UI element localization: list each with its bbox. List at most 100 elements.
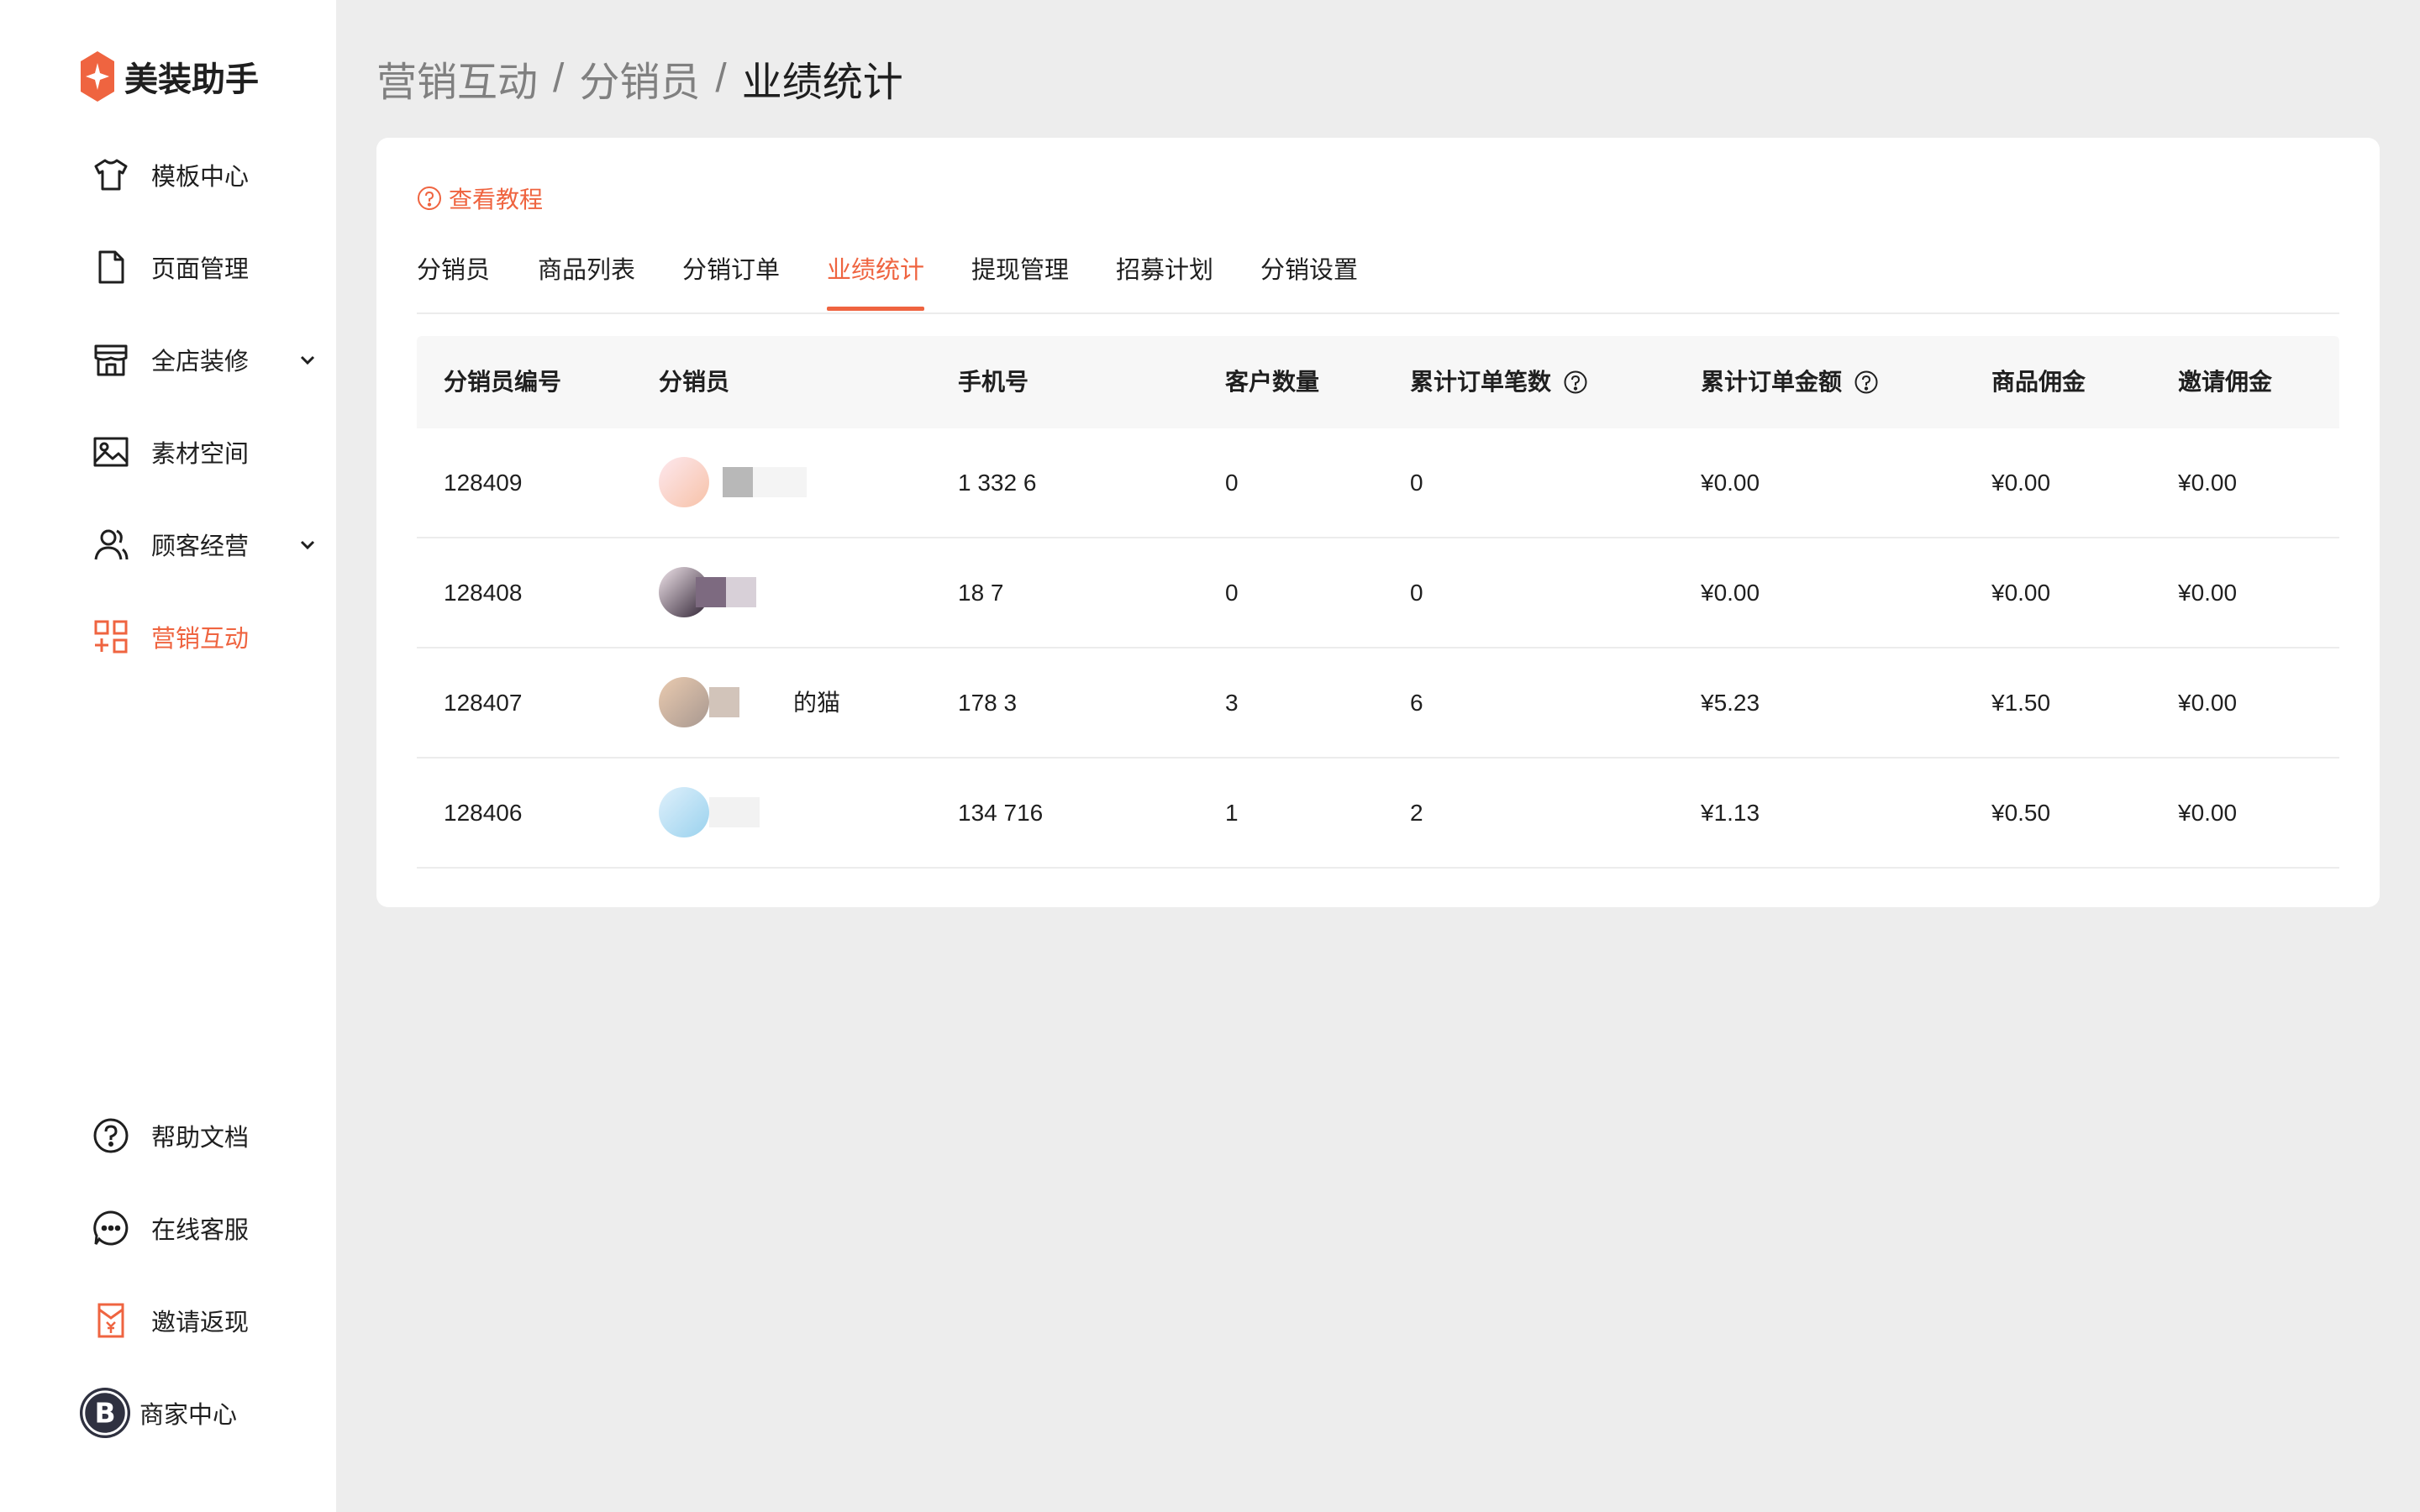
breadcrumb-item-marketing[interactable]: 营销互动 <box>376 49 538 108</box>
breadcrumb: 营销互动 / 分销员 / 业绩统计 <box>376 49 903 108</box>
total-orders: 6 <box>1410 690 1423 716</box>
tab-recruitment-plan[interactable]: 招募计划 <box>1116 250 1213 311</box>
invite-commission: ¥0.00 <box>2178 580 2238 606</box>
sidebar-item-label: 邀请返现 <box>151 1310 250 1336</box>
tab-product-list[interactable]: 商品列表 <box>538 250 635 311</box>
distributor-id: 128406 <box>444 800 523 826</box>
product-commission: ¥1.50 <box>1991 690 2051 716</box>
avatar[interactable] <box>659 787 709 837</box>
sidebar-item-customer-management[interactable]: 顾客经营 <box>91 519 318 570</box>
breadcrumb-separator: / <box>553 55 565 101</box>
help-tooltip-icon[interactable] <box>1563 370 1588 395</box>
distributor-cell <box>659 759 827 867</box>
sidebar-item-label: 商家中心 <box>139 1402 238 1429</box>
customer-count: 1 <box>1225 800 1239 826</box>
invite-commission: ¥0.00 <box>2178 800 2238 826</box>
distributor-id: 128408 <box>444 580 523 606</box>
help-tooltip-icon[interactable] <box>1854 370 1879 395</box>
view-tutorial-label: 查看教程 <box>449 186 544 213</box>
column-header-phone: 手机号 <box>958 369 1029 395</box>
sidebar-item-label: 素材空间 <box>151 441 250 468</box>
sidebar-item-template-center[interactable]: 模板中心 <box>91 150 318 200</box>
table-row[interactable]: 128407 的猫 178 3 3 6 ¥5.23 ¥1.50 ¥0.00 <box>417 648 2339 759</box>
invite-commission: ¥0.00 <box>2178 690 2238 716</box>
column-header-total-orders: 累计订单笔数 <box>1410 336 1588 428</box>
column-header-total-amount: 累计订单金额 <box>1701 336 1879 428</box>
tab-distribution-settings[interactable]: 分销设置 <box>1260 250 1358 311</box>
chevron-down-icon[interactable] <box>297 349 318 370</box>
total-amount: ¥5.23 <box>1701 690 1760 716</box>
product-commission: ¥0.50 <box>1991 800 2051 826</box>
sidebar-item-store-decoration[interactable]: 全店装修 <box>91 334 318 385</box>
tshirt-icon <box>91 155 131 195</box>
distributor-name: 的猫 <box>793 690 841 716</box>
tab-distribution-orders[interactable]: 分销订单 <box>682 250 780 311</box>
brand-logo-icon <box>81 51 114 102</box>
distributor-cell <box>659 538 827 647</box>
column-header-product-commission: 商品佣金 <box>1991 369 2086 395</box>
phone-number: 178 3 <box>958 690 1018 716</box>
content-card: 查看教程 分销员 商品列表 分销订单 业绩统计 提现管理 招募计划 分销设置 分… <box>376 138 2380 907</box>
merchant-avatar-icon: B <box>79 1387 131 1439</box>
phone-number: 18 7 <box>958 580 1004 606</box>
column-header-distributor: 分销员 <box>659 369 730 395</box>
table-row[interactable]: 128409 1 332 6 0 0 ¥0.00 ¥0.00 ¥0.00 <box>417 428 2339 538</box>
total-orders: 0 <box>1410 580 1423 606</box>
breadcrumb-separator: / <box>715 55 727 101</box>
app-name: 美装助手 <box>124 61 259 98</box>
sidebar-item-marketing[interactable]: 营销互动 <box>91 612 318 662</box>
image-icon <box>91 432 131 472</box>
column-header-distributor-id: 分销员编号 <box>444 369 562 395</box>
total-orders: 0 <box>1410 470 1423 496</box>
sidebar-item-label: 模板中心 <box>151 164 250 191</box>
app-logo[interactable]: 美装助手 <box>77 47 259 106</box>
sidebar-item-help-docs[interactable]: 帮助文档 <box>91 1110 318 1161</box>
avatar[interactable] <box>659 677 709 727</box>
breadcrumb-item-distributor[interactable]: 分销员 <box>579 49 700 108</box>
red-envelope-icon <box>91 1300 131 1341</box>
column-header-invite-commission: 邀请佣金 <box>2178 369 2273 395</box>
customer-count: 3 <box>1225 690 1239 716</box>
phone-number: 1 332 6 <box>958 470 1037 496</box>
sidebar-item-invite-cashback[interactable]: 邀请返现 <box>91 1295 318 1346</box>
page-title: 业绩统计 <box>741 60 903 105</box>
chevron-down-icon[interactable] <box>297 534 318 554</box>
sidebar-item-asset-space[interactable]: 素材空间 <box>91 427 318 477</box>
question-circle-icon <box>418 186 441 210</box>
svg-text:B: B <box>94 1397 115 1430</box>
tab-withdrawal-management[interactable]: 提现管理 <box>971 250 1069 311</box>
sidebar-item-merchant-center[interactable]: B 商家中心 <box>79 1387 318 1439</box>
total-amount: ¥1.13 <box>1701 800 1760 826</box>
column-header-customer-count: 客户数量 <box>1225 369 1320 395</box>
sidebar-item-label: 全店装修 <box>151 349 250 375</box>
distributor-cell: 的猫 <box>659 648 860 757</box>
total-amount: ¥0.00 <box>1701 470 1760 496</box>
tab-bar: 分销员 商品列表 分销订单 业绩统计 提现管理 招募计划 分销设置 <box>417 240 2339 314</box>
sidebar-item-label: 在线客服 <box>151 1217 250 1244</box>
total-orders: 2 <box>1410 800 1423 826</box>
sidebar-item-label: 顾客经营 <box>151 533 250 560</box>
sidebar-item-page-management[interactable]: 页面管理 <box>91 242 318 292</box>
store-icon <box>91 339 131 380</box>
distributor-cell <box>659 428 827 537</box>
sidebar: 美装助手 模板中心 页面管理 全店装修 素材空间 顾客经营 营销互动 帮助文档 … <box>0 0 336 1512</box>
sidebar-item-label: 营销互动 <box>151 626 250 653</box>
main-content: 营销互动 / 分销员 / 业绩统计 查看教程 分销员 商品列表 分销订单 业绩统… <box>336 0 2420 1512</box>
sidebar-item-online-support[interactable]: 在线客服 <box>91 1203 318 1253</box>
chat-bubble-icon <box>91 1208 131 1248</box>
avatar[interactable] <box>659 457 709 507</box>
performance-table: 分销员编号 分销员 手机号 客户数量 累计订单笔数 累计订单金额 商品佣金 邀请… <box>417 336 2339 869</box>
question-circle-icon <box>91 1116 131 1156</box>
table-header: 分销员编号 分销员 手机号 客户数量 累计订单笔数 累计订单金额 商品佣金 邀请… <box>417 336 2339 428</box>
tab-performance-stats[interactable]: 业绩统计 <box>827 250 925 311</box>
customer-count: 0 <box>1225 470 1239 496</box>
tab-distributors[interactable]: 分销员 <box>417 250 490 311</box>
table-row[interactable]: 128406 134 716 1 2 ¥1.13 ¥0.50 ¥0.00 <box>417 759 2339 869</box>
view-tutorial-link[interactable]: 查看教程 <box>417 181 543 215</box>
phone-number: 134 716 <box>958 800 1044 826</box>
product-commission: ¥0.00 <box>1991 470 2051 496</box>
total-amount: ¥0.00 <box>1701 580 1760 606</box>
product-commission: ¥0.00 <box>1991 580 2051 606</box>
sidebar-item-label: 帮助文档 <box>151 1125 250 1152</box>
table-row[interactable]: 128408 18 7 0 0 ¥0.00 ¥0.00 ¥0.00 <box>417 538 2339 648</box>
